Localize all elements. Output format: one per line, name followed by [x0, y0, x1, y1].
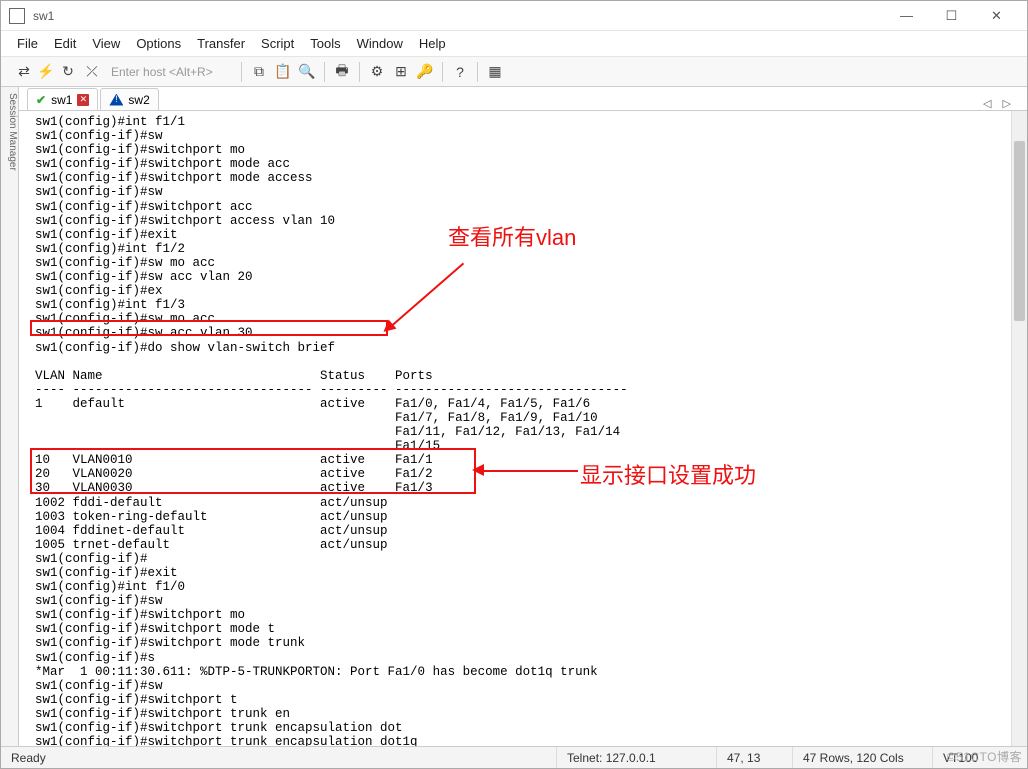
copy-icon[interactable]: ⧉	[248, 61, 270, 83]
print-icon[interactable]: 🖶	[331, 61, 353, 83]
terminal-scrollbar[interactable]	[1011, 111, 1027, 746]
menubar: File Edit View Options Transfer Script T…	[1, 31, 1027, 57]
tab-label: sw2	[128, 93, 149, 107]
maximize-button[interactable]: ☐	[929, 1, 974, 30]
connect-icon[interactable]: ⇄	[13, 61, 35, 83]
status-connection: Telnet: 127.0.0.1	[557, 747, 717, 768]
toolbar-sep-5	[477, 62, 478, 82]
tab-warning-icon: !	[109, 94, 123, 106]
menu-options[interactable]: Options	[136, 36, 181, 51]
status-cursor: 47, 13	[717, 747, 793, 768]
minimize-button[interactable]: —	[884, 1, 929, 30]
session-sidebar[interactable]: Session Manager	[1, 87, 19, 746]
menu-view[interactable]: View	[92, 36, 120, 51]
menu-edit[interactable]: Edit	[54, 36, 76, 51]
statusbar: Ready Telnet: 127.0.0.1 47, 13 47 Rows, …	[1, 746, 1027, 768]
settings-icon[interactable]: ⚙	[366, 61, 388, 83]
status-term: VT100	[933, 747, 1003, 768]
menu-help[interactable]: Help	[419, 36, 446, 51]
menu-file[interactable]: File	[17, 36, 38, 51]
scrollbar-thumb[interactable]	[1014, 141, 1025, 321]
status-size: 47 Rows, 120 Cols	[793, 747, 933, 768]
menu-script[interactable]: Script	[261, 36, 294, 51]
window-buttons: — ☐ ✕	[884, 1, 1019, 30]
tab-sw1[interactable]: ✔ sw1 ✕	[27, 88, 98, 110]
tab-close-icon[interactable]: ✕	[77, 94, 89, 106]
tab-strip: ✔ sw1 ✕ ! sw2 ◁ ▷	[19, 87, 1027, 111]
tab-label: sw1	[51, 93, 72, 107]
menu-window[interactable]: Window	[357, 36, 403, 51]
title-bar: sw1 — ☐ ✕	[1, 1, 1027, 31]
menu-transfer[interactable]: Transfer	[197, 36, 245, 51]
tab-sw2[interactable]: ! sw2	[100, 88, 158, 110]
disconnect-icon[interactable]: ⤫	[81, 61, 103, 83]
quick-connect-icon[interactable]: ⚡	[37, 61, 55, 83]
menu-tools[interactable]: Tools	[310, 36, 340, 51]
tab-connected-icon: ✔	[36, 93, 46, 107]
terminal-wrap: sw1(config)#int f1/1 sw1(config-if)#sw s…	[19, 111, 1027, 746]
app-window: sw1 — ☐ ✕ File Edit View Options Transfe…	[0, 0, 1028, 769]
toolbar-sep-3	[359, 62, 360, 82]
host-input[interactable]: Enter host <Alt+R>	[105, 65, 235, 79]
status-ready: Ready	[1, 747, 557, 768]
grid-icon[interactable]: ▦	[484, 61, 506, 83]
toolbar-sep-2	[324, 62, 325, 82]
status-resize-grip[interactable]	[1003, 747, 1027, 768]
terminal[interactable]: sw1(config)#int f1/1 sw1(config-if)#sw s…	[19, 111, 1011, 746]
toolbar: ⇄ ⚡ ↻ ⤫ Enter host <Alt+R> ⧉ 📋 🔍 🖶 ⚙ ⊞ 🔑…	[1, 57, 1027, 87]
key-icon[interactable]: 🔑	[414, 61, 436, 83]
paste-icon[interactable]: 📋	[272, 61, 294, 83]
app-icon	[9, 8, 25, 24]
main-area: Session Manager ✔ sw1 ✕ ! sw2 ◁ ▷ sw1(co…	[1, 87, 1027, 746]
reconnect-icon[interactable]: ↻	[57, 61, 79, 83]
new-tab-icon[interactable]: ⊞	[390, 61, 412, 83]
tab-nav-arrows[interactable]: ◁ ▷	[983, 97, 1019, 110]
find-icon[interactable]: 🔍	[296, 61, 318, 83]
help-icon[interactable]: ?	[449, 61, 471, 83]
window-title: sw1	[33, 9, 884, 23]
toolbar-sep-4	[442, 62, 443, 82]
close-button[interactable]: ✕	[974, 1, 1019, 30]
work-area: ✔ sw1 ✕ ! sw2 ◁ ▷ sw1(config)#int f1/1 s…	[19, 87, 1027, 746]
toolbar-sep-1	[241, 62, 242, 82]
